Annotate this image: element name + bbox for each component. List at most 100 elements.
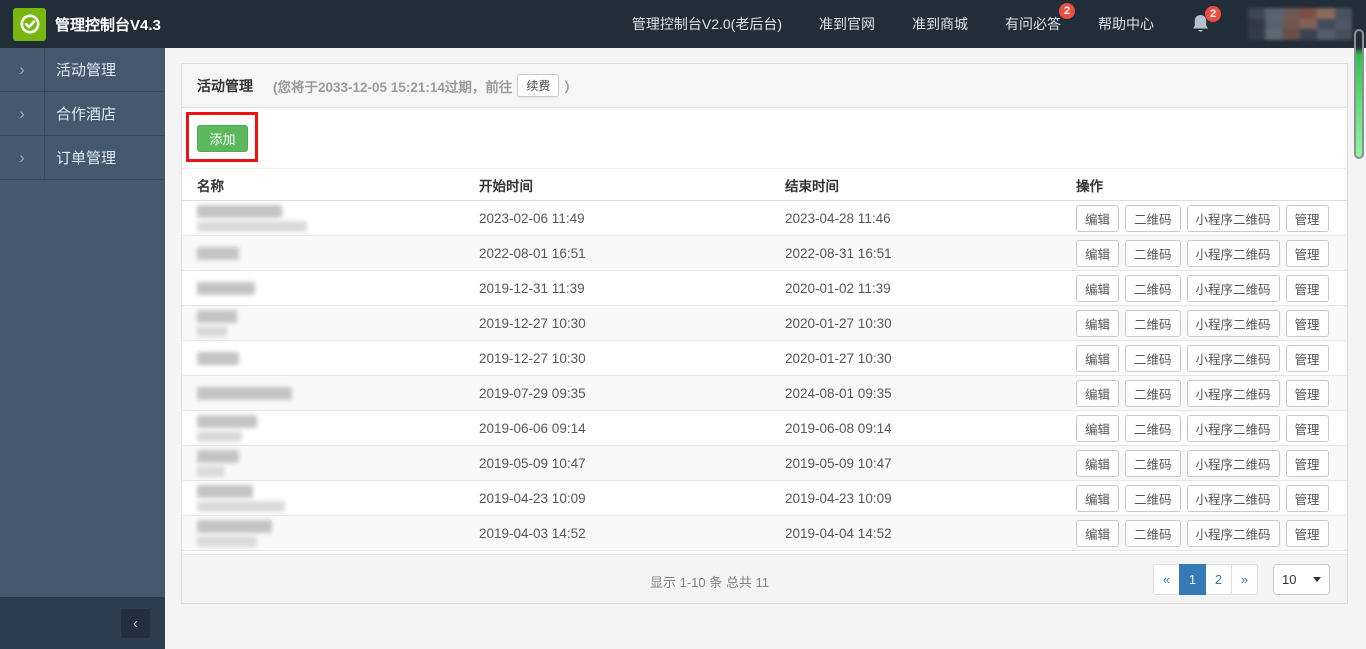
activity-name-cell [182,445,479,481]
topnav: 管理控制台V2.0(老后台) 准到官网 准到商城 有问必答 2 帮助中心 2 [632,3,1366,40]
nav-link-label: 帮助中心 [1098,16,1154,32]
manage-button[interactable]: 管理 [1285,519,1329,547]
nav-mall-link[interactable]: 准到商城 [912,14,968,34]
user-account-redacted[interactable] [1248,8,1352,40]
sidebar-item-partner-hotels[interactable]: › 合作酒店 [0,92,165,136]
table-row: 2019-07-29 09:35 2024-08-01 09:35 编辑 二维码 小程序… [182,375,1347,411]
miniprogram-qrcode-button[interactable]: 小程序二维码 [1186,449,1280,477]
manage-button[interactable]: 管理 [1285,449,1329,477]
qrcode-button[interactable]: 二维码 [1125,379,1181,407]
qrcode-button[interactable]: 二维码 [1125,519,1181,547]
manage-button[interactable]: 管理 [1285,379,1329,407]
qrcode-button[interactable]: 二维码 [1125,309,1181,337]
miniprogram-qrcode-button[interactable]: 小程序二维码 [1186,379,1280,407]
qrcode-button[interactable]: 二维码 [1125,484,1181,512]
manage-button[interactable]: 管理 [1285,414,1329,442]
nav-link-label: 准到商城 [912,16,968,32]
activity-name-cell [182,410,479,446]
edit-button[interactable]: 编辑 [1076,379,1120,407]
qrcode-button[interactable]: 二维码 [1125,274,1181,302]
start-time-cell: 2019-04-23 10:09 [479,480,785,516]
sidebar-item-activity-management[interactable]: › 活动管理 [0,48,165,92]
scrollbar-thumb[interactable] [1354,29,1364,159]
miniprogram-qrcode-button[interactable]: 小程序二维码 [1186,414,1280,442]
sidebar-item-label: 订单管理 [56,150,117,167]
manage-button[interactable]: 管理 [1285,239,1329,267]
pagination-prev-button[interactable]: « [1153,564,1180,595]
redacted-name [197,535,257,547]
edit-button[interactable]: 编辑 [1076,274,1120,302]
table-row: 2022-08-01 16:51 2022-08-31 16:51 编辑 二维码 小程序… [182,235,1347,271]
miniprogram-qrcode-button[interactable]: 小程序二维码 [1186,484,1280,512]
expiry-text-close: ） [564,79,578,95]
qrcode-button[interactable]: 二维码 [1125,239,1181,267]
operations-cell: 编辑 二维码 小程序二维码 管理 [1076,200,1347,236]
miniprogram-qrcode-button[interactable]: 小程序二维码 [1186,204,1280,232]
notification-bell-icon[interactable]: 2 [1191,6,1221,35]
sidebar-collapse-button[interactable]: ‹ [121,608,150,638]
activity-name-cell [182,270,479,306]
nav-qa-link[interactable]: 有问必答 2 [1005,3,1075,34]
chevron-left-icon: ‹ [133,614,138,632]
pagination-next-button[interactable]: » [1231,564,1258,595]
chevron-right-icon: › [0,48,45,91]
pagination-page-2-button[interactable]: 2 [1205,564,1232,595]
qrcode-button[interactable]: 二维码 [1125,204,1181,232]
qrcode-button[interactable]: 二维码 [1125,414,1181,442]
edit-button[interactable]: 编辑 [1076,309,1120,337]
topbar: 管理控制台V4.3 管理控制台V2.0(老后台) 准到官网 准到商城 有问必答 2… [0,0,1366,48]
table-row: 2019-12-31 11:39 2020-01-02 11:39 编辑 二维码 小程序… [182,270,1347,306]
miniprogram-qrcode-button[interactable]: 小程序二维码 [1186,239,1280,267]
pager: « 1 2 » [1153,564,1258,595]
end-time-cell: 2024-08-01 09:35 [785,375,1076,411]
table-row: 2019-04-03 14:52 2019-04-04 14:52 编辑 二维码 小程序… [182,515,1347,551]
sidebar: › 活动管理 › 合作酒店 › 订单管理 ‹ [0,48,165,649]
edit-button[interactable]: 编辑 [1076,519,1120,547]
manage-button[interactable]: 管理 [1285,274,1329,302]
activity-name-cell [182,200,479,236]
end-time-cell: 2019-04-23 10:09 [785,480,1076,516]
page-size-select[interactable]: 10 [1273,564,1330,595]
column-header-operations: 操作 [1076,168,1347,201]
redacted-name [197,220,307,232]
redacted-name [197,281,255,295]
qrcode-button[interactable]: 二维码 [1125,449,1181,477]
operations-cell: 编辑 二维码 小程序二维码 管理 [1076,340,1347,376]
sidebar-item-order-management[interactable]: › 订单管理 [0,136,165,180]
edit-button[interactable]: 编辑 [1076,449,1120,477]
redacted-name [197,430,242,442]
manage-button[interactable]: 管理 [1285,344,1329,372]
miniprogram-qrcode-button[interactable]: 小程序二维码 [1186,344,1280,372]
start-time-cell: 2022-08-01 16:51 [479,235,785,271]
activity-panel: 活动管理 (您将于2033-12-05 15:21:14过期，前往 续费 ） 添… [181,63,1348,604]
redacted-name [197,386,292,400]
nav-help-center-link[interactable]: 帮助中心 [1098,14,1154,34]
edit-button[interactable]: 编辑 [1076,414,1120,442]
edit-button[interactable]: 编辑 [1076,344,1120,372]
miniprogram-qrcode-button[interactable]: 小程序二维码 [1186,309,1280,337]
start-time-cell: 2019-04-03 14:52 [479,515,785,551]
pagination-page-1-button[interactable]: 1 [1179,564,1206,595]
manage-button[interactable]: 管理 [1285,484,1329,512]
edit-button[interactable]: 编辑 [1076,204,1120,232]
nav-old-console-link[interactable]: 管理控制台V2.0(老后台) [632,14,782,34]
nav-official-site-link[interactable]: 准到官网 [819,14,875,34]
column-header-start-time: 开始时间 [479,168,785,201]
end-time-cell: 2020-01-02 11:39 [785,270,1076,306]
edit-button[interactable]: 编辑 [1076,239,1120,267]
miniprogram-qrcode-button[interactable]: 小程序二维码 [1186,519,1280,547]
redacted-name [197,484,253,498]
edit-button[interactable]: 编辑 [1076,484,1120,512]
manage-button[interactable]: 管理 [1285,309,1329,337]
add-button[interactable]: 添加 [197,125,248,152]
page-header: 活动管理 (您将于2033-12-05 15:21:14过期，前往 续费 ） [182,64,1347,108]
operations-cell: 编辑 二维码 小程序二维码 管理 [1076,410,1347,446]
redacted-name [197,500,285,512]
activity-name-cell [182,340,479,376]
miniprogram-qrcode-button[interactable]: 小程序二维码 [1186,274,1280,302]
manage-button[interactable]: 管理 [1285,204,1329,232]
end-time-cell: 2020-01-27 10:30 [785,305,1076,341]
qrcode-button[interactable]: 二维码 [1125,344,1181,372]
qa-badge: 2 [1059,3,1075,19]
renew-button[interactable]: 续费 [517,74,560,97]
